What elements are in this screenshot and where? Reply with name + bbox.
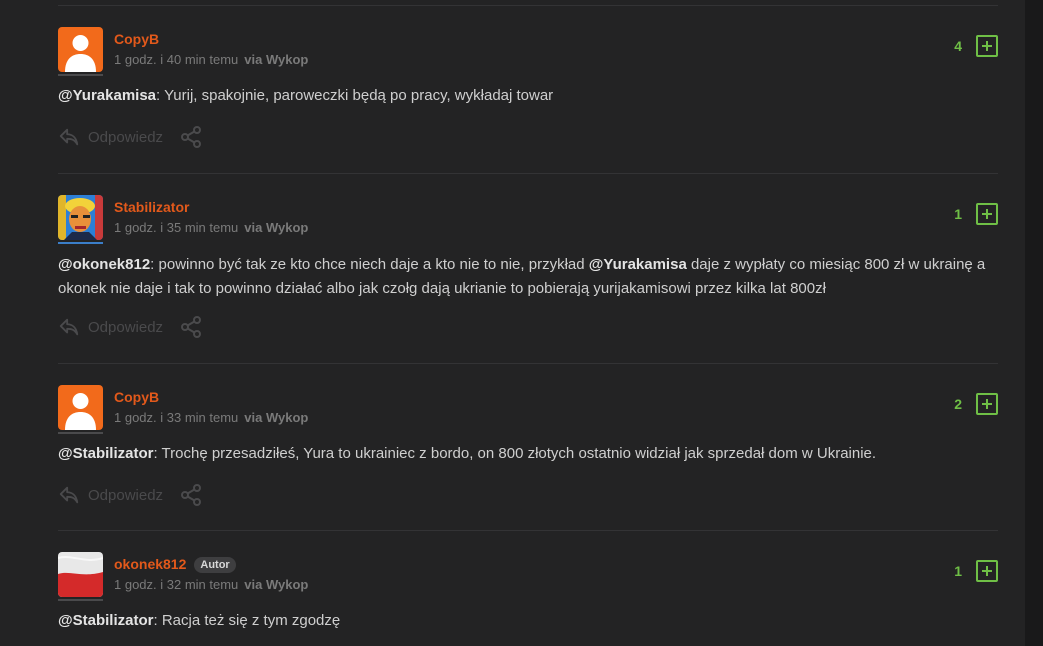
portrait-avatar-icon xyxy=(58,195,103,240)
vote-count: 4 xyxy=(954,38,962,54)
comment-text: @Yurakamisa: Yurij, spakojnie, paroweczk… xyxy=(58,84,998,108)
polish-flag-icon xyxy=(58,552,103,597)
plus-icon[interactable] xyxy=(976,35,998,57)
user-mention[interactable]: @Stabilizator xyxy=(58,445,153,462)
comment-body: : Racja też się z tym zgodzę xyxy=(153,612,341,629)
author-name[interactable]: Stabilizator xyxy=(114,199,189,215)
via-source: via Wykop xyxy=(244,52,309,67)
reply-icon[interactable] xyxy=(58,316,80,338)
avatar-underline xyxy=(58,599,103,601)
vote-box: 1 xyxy=(954,203,998,225)
plus-icon[interactable] xyxy=(976,560,998,582)
timestamp[interactable]: 1 godz. i 35 min temu xyxy=(114,220,238,235)
comment-body: : Yurij, spakojnie, paroweczki będą po p… xyxy=(156,87,554,104)
via-source: via Wykop xyxy=(244,410,309,425)
share-icon[interactable] xyxy=(179,315,203,339)
vote-box: 2 xyxy=(954,393,998,415)
reply-button[interactable]: Odpowiedz xyxy=(88,487,163,504)
comment-body: : powinno być tak ze kto chce niech daje… xyxy=(150,256,589,273)
avatar[interactable] xyxy=(58,27,103,72)
user-mention[interactable]: @okonek812 xyxy=(58,256,150,273)
default-user-icon xyxy=(58,385,103,430)
avatar[interactable] xyxy=(58,552,103,597)
vote-count: 1 xyxy=(954,206,962,222)
comment-actions: Odpowiedz xyxy=(58,315,203,339)
comment-meta: 1 godz. i 35 min temu via Wykop xyxy=(114,220,308,235)
avatar-underline xyxy=(58,432,103,434)
comment-body: : Trochę przesadziłeś, Yura to ukrainiec… xyxy=(153,445,877,462)
comment: CopyB 1 godz. i 33 min temu via Wykop 2 @… xyxy=(58,385,998,515)
comment-actions: Odpowiedz xyxy=(58,483,203,507)
comment-text: @Stabilizator: Racja też się z tym zgodz… xyxy=(58,609,998,633)
user-mention[interactable]: @Stabilizator xyxy=(58,612,153,629)
comment-meta: 1 godz. i 33 min temu via Wykop xyxy=(114,410,308,425)
comment: Stabilizator 1 godz. i 35 min temu via Wy… xyxy=(58,195,998,345)
author-name[interactable]: CopyB xyxy=(114,389,159,405)
timestamp[interactable]: 1 godz. i 33 min temu xyxy=(114,410,238,425)
timestamp[interactable]: 1 godz. i 32 min temu xyxy=(114,577,238,592)
author-link[interactable]: okonek812 xyxy=(114,556,186,572)
user-mention[interactable]: @Yurakamisa xyxy=(589,256,687,273)
share-icon[interactable] xyxy=(179,125,203,149)
share-icon[interactable] xyxy=(179,483,203,507)
comment-actions: Odpowiedz xyxy=(58,125,203,149)
via-source: via Wykop xyxy=(244,220,309,235)
divider xyxy=(58,530,998,531)
reply-button[interactable]: Odpowiedz xyxy=(88,319,163,336)
reply-button[interactable]: Odpowiedz xyxy=(88,129,163,146)
reply-icon[interactable] xyxy=(58,484,80,506)
divider xyxy=(58,173,998,174)
divider xyxy=(58,363,998,364)
avatar-underline xyxy=(58,242,103,244)
default-user-icon xyxy=(58,27,103,72)
via-source: via Wykop xyxy=(244,577,309,592)
reply-icon[interactable] xyxy=(58,126,80,148)
divider xyxy=(58,5,998,6)
user-mention[interactable]: @Yurakamisa xyxy=(58,87,156,104)
author-badge: Autor xyxy=(194,557,236,573)
author-name: okonek812 Autor xyxy=(114,556,236,573)
plus-icon[interactable] xyxy=(976,203,998,225)
vote-box: 4 xyxy=(954,35,998,57)
comment-text: @okonek812: powinno być tak ze kto chce … xyxy=(58,253,998,301)
plus-icon[interactable] xyxy=(976,393,998,415)
avatar[interactable] xyxy=(58,385,103,430)
vote-count: 2 xyxy=(954,396,962,412)
comment-meta: 1 godz. i 32 min temu via Wykop xyxy=(114,577,308,592)
vote-count: 1 xyxy=(954,563,962,579)
avatar[interactable] xyxy=(58,195,103,240)
comment-meta: 1 godz. i 40 min temu via Wykop xyxy=(114,52,308,67)
author-name[interactable]: CopyB xyxy=(114,31,159,47)
comment-text: @Stabilizator: Trochę przesadziłeś, Yura… xyxy=(58,442,998,466)
right-sidebar-edge xyxy=(1025,0,1043,646)
timestamp[interactable]: 1 godz. i 40 min temu xyxy=(114,52,238,67)
comment: okonek812 Autor 1 godz. i 32 min temu via … xyxy=(58,552,998,646)
avatar-underline xyxy=(58,74,103,76)
vote-box: 1 xyxy=(954,560,998,582)
comment: CopyB 1 godz. i 40 min temu via Wykop 4 @… xyxy=(58,27,998,157)
